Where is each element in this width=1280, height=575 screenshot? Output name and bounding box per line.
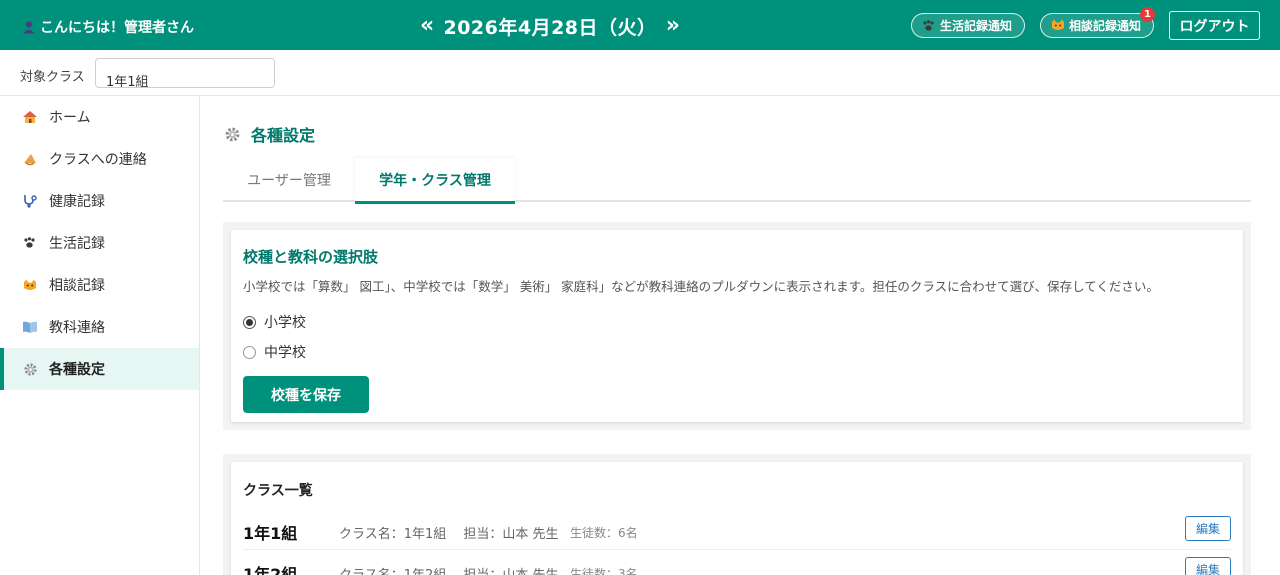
prev-day-button[interactable]: «	[420, 12, 434, 40]
class-name: 1年2組	[243, 565, 298, 575]
edit-class-button[interactable]: 編集	[1185, 557, 1231, 575]
school-type-card: 校種と教科の選択肢 小学校では「算数」 図工」、中学校では「数学」 美術」 家庭…	[231, 230, 1243, 422]
gear-icon	[225, 127, 240, 141]
radio-button[interactable]	[243, 345, 256, 359]
sidebar-item-label: クラスへの連絡	[49, 152, 147, 168]
tab-grade-class-management[interactable]: 学年・クラス管理	[355, 158, 515, 204]
top-header: こんにちは！管理者さん « 2026年4月28日（火） » 生活記録通知 相談記…	[0, 0, 1280, 50]
sidebar-item-label: 生活記録	[49, 236, 105, 252]
current-date: 2026年4月28日（火）	[443, 16, 657, 39]
sidebar-item-consult-record[interactable]: 相談記録	[0, 264, 199, 306]
class-info: クラス名：1年2組 担当：山本 先生	[339, 564, 559, 575]
sidebar-item-settings[interactable]: 各種設定	[0, 348, 199, 390]
class-info: クラス名：1年1組 担当：山本 先生	[339, 527, 559, 542]
life-record-notification-button[interactable]: 生活記録通知	[911, 13, 1025, 38]
student-count: 生徒数：6名	[570, 526, 638, 540]
sidebar-item-label: 教科連絡	[49, 320, 105, 336]
table-row: 1年1組 クラス名：1年1組 担当：山本 先生 生徒数：6名 編集	[243, 510, 1231, 550]
paw-icon	[923, 19, 934, 31]
consult-record-notification-button[interactable]: 相談記録通知 1	[1040, 7, 1155, 38]
cat-icon	[1052, 19, 1064, 30]
logout-button[interactable]: ログアウト	[1169, 11, 1260, 40]
save-school-type-button[interactable]: 校種を保存	[243, 376, 369, 413]
target-class-label: 対象クラス	[20, 70, 85, 85]
greeting: こんにちは！管理者さん	[22, 17, 194, 37]
sidebar-item-class-notice[interactable]: クラスへの連絡	[0, 138, 199, 180]
gear-icon	[22, 361, 38, 377]
tab-user-management[interactable]: ユーザー管理	[223, 158, 355, 202]
sidebar-item-label: 各種設定	[49, 362, 105, 378]
life-record-notification-label: 生活記録通知	[940, 19, 1013, 33]
book-icon	[22, 319, 38, 335]
page-title: 各種設定	[224, 122, 315, 146]
table-row: 1年2組 クラス名：1年2組 担当：山本 先生 生徒数：3名 編集	[243, 551, 1231, 575]
house-icon	[22, 109, 38, 125]
radio-elementary[interactable]: 小学校	[243, 312, 306, 332]
next-day-button[interactable]: »	[666, 12, 680, 40]
radio-label: 中学校	[264, 345, 306, 361]
sidebar-item-label: ホーム	[49, 110, 91, 126]
paw-icon	[22, 235, 38, 251]
class-selector-bar: 対象クラス 1年1組	[0, 50, 1280, 96]
class-name: 1年1組	[243, 524, 298, 543]
school-type-card-wrapper: 校種と教科の選択肢 小学校では「算数」 図工」、中学校では「数学」 美術」 家庭…	[223, 222, 1251, 430]
target-class-value: 1年1組	[106, 75, 149, 88]
sidebar-item-label: 健康記録	[49, 194, 105, 210]
student-count: 生徒数：3名	[570, 567, 638, 575]
cat-icon	[22, 277, 38, 293]
sidebar-item-life-record[interactable]: 生活記録	[0, 222, 199, 264]
radio-junior-high[interactable]: 中学校	[243, 342, 306, 362]
settings-tabs: ユーザー管理 学年・クラス管理	[223, 158, 1251, 204]
sidebar-item-subject-notice[interactable]: 教科連絡	[0, 306, 199, 348]
radio-button-checked[interactable]	[243, 315, 256, 329]
sidebar-item-health[interactable]: 健康記録	[0, 180, 199, 222]
consult-record-notification-label: 相談記録通知	[1069, 19, 1142, 33]
page-title-text: 各種設定	[251, 126, 316, 145]
target-class-select[interactable]: 1年1組	[95, 58, 275, 88]
school-type-description: 小学校では「算数」 図工」、中学校では「数学」 美術」 家庭科」などが教科連絡の…	[243, 279, 1159, 294]
user-icon	[23, 21, 35, 34]
sidebar-item-home[interactable]: ホーム	[0, 96, 199, 138]
edit-class-button[interactable]: 編集	[1185, 516, 1231, 541]
class-list-card-wrapper: クラス一覧 1年1組 クラス名：1年1組 担当：山本 先生 生徒数：6名 編集 …	[223, 454, 1251, 575]
megaphone-icon	[22, 151, 38, 167]
stethoscope-icon	[22, 193, 38, 209]
notification-count-badge: 1	[1140, 7, 1155, 22]
date-navigator: « 2026年4月28日（火） »	[420, 12, 680, 40]
sidebar-item-label: 相談記録	[49, 278, 105, 294]
class-list-card: クラス一覧 1年1組 クラス名：1年1組 担当：山本 先生 生徒数：6名 編集 …	[231, 462, 1243, 575]
class-list-title: クラス一覧	[243, 483, 313, 499]
greeting-text: こんにちは！管理者さん	[40, 20, 194, 36]
main-content: 各種設定 ユーザー管理 学年・クラス管理 校種と教科の選択肢 小学校では「算数」…	[200, 96, 1280, 575]
radio-label: 小学校	[264, 315, 306, 331]
sidebar: ホーム クラスへの連絡 健康記録 生活記録 相談記録 教科連絡 各種設定	[0, 96, 200, 575]
school-type-title: 校種と教科の選択肢	[243, 248, 379, 266]
